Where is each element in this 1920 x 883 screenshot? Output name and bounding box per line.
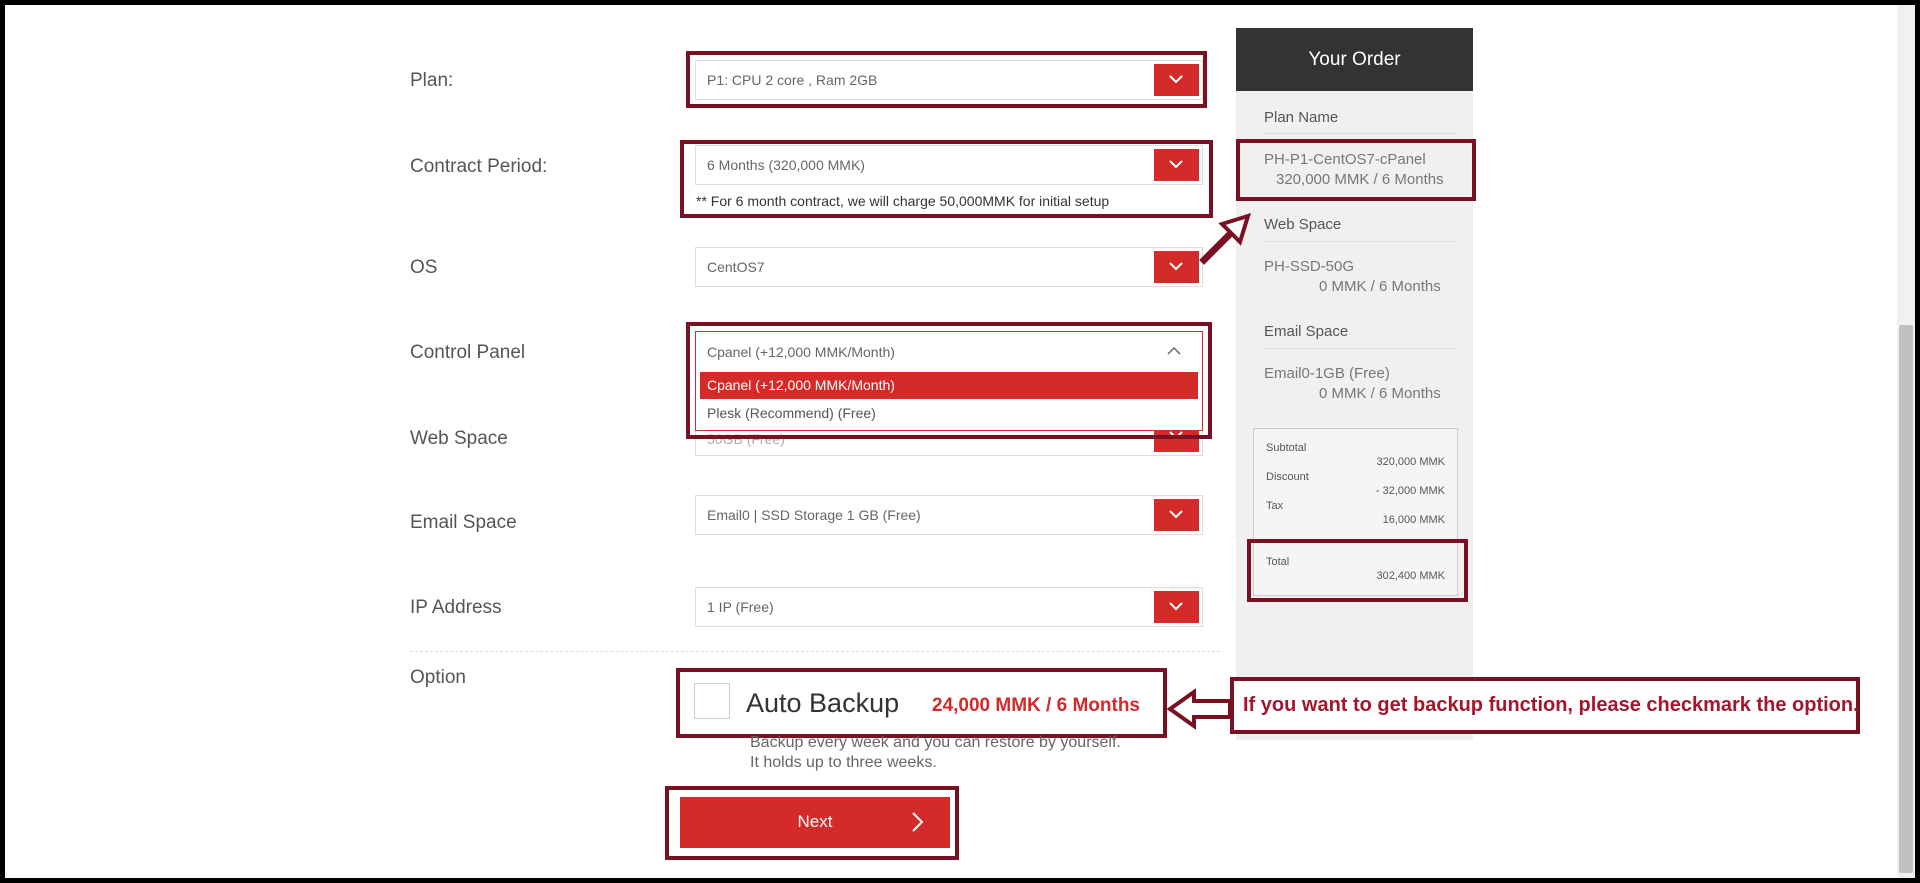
contract-note: ** For 6 month contract, we will charge … [696,193,1110,209]
order-plan-name: PH-P1-CentOS7-cPanel [1264,151,1426,168]
auto-backup-description-1: Backup every week and you can restore by… [750,734,1121,751]
tax-label: Tax [1266,500,1284,512]
order-totals-box: Subtotal 320,000 MMK Discount - 32,000 M… [1253,428,1458,596]
plan-select[interactable]: P1: CPU 2 core , Ram 2GB [695,60,1203,100]
arrow-left-icon [1166,688,1232,730]
chevron-down-icon [1169,262,1183,271]
chevron-down-icon [1169,160,1183,169]
control-panel-label: Control Panel [410,342,526,363]
contract-dropdown-button[interactable] [1154,149,1199,181]
order-plan-name-label: Plan Name [1264,109,1339,126]
chevron-down-icon [1169,602,1183,611]
control-panel-selected: Cpanel (+12,000 MMK/Month) [707,344,895,360]
subtotal-value: 320,000 MMK [1376,456,1445,468]
os-select[interactable]: CentOS7 [695,247,1203,287]
chevron-right-icon [912,812,924,832]
control-panel-option-cpanel[interactable]: Cpanel (+12,000 MMK/Month) [700,372,1198,399]
chevron-down-icon [1169,75,1183,84]
web-space-value: 50GB (Free) [707,431,785,447]
discount-label: Discount [1266,471,1309,483]
scrollbar-thumb[interactable] [1899,325,1913,873]
option-label: Option [410,667,466,688]
contract-period-value: 6 Months (320,000 MMK) [707,157,865,173]
chevron-up-icon[interactable] [1166,346,1182,356]
auto-backup-price: 24,000 MMK / 6 Months [932,695,1140,716]
os-dropdown-button[interactable] [1154,251,1199,283]
order-divider [1264,241,1457,242]
order-web-space-label: Web Space [1264,216,1342,233]
control-panel-dropdown[interactable]: Cpanel (+12,000 MMK/Month) Cpanel (+12,0… [695,331,1203,431]
order-email-space-price: 0 MMK / 6 Months [1319,385,1441,402]
email-space-value: Email0 | SSD Storage 1 GB (Free) [707,507,921,523]
email-space-select[interactable]: Email0 | SSD Storage 1 GB (Free) [695,495,1203,535]
ip-address-select[interactable]: 1 IP (Free) [695,587,1203,627]
os-label: OS [410,257,438,278]
contract-period-label: Contract Period: [410,156,548,177]
order-summary-sidebar: Your Order Plan Name PH-P1-CentOS7-cPane… [1236,28,1473,740]
backup-annotation-note: If you want to get backup function, plea… [1230,677,1860,734]
order-email-space-label: Email Space [1264,323,1349,340]
plan-select-value: P1: CPU 2 core , Ram 2GB [707,72,878,88]
ip-address-label: IP Address [410,597,502,618]
order-divider [1264,348,1457,349]
order-summary-title: Your Order [1236,28,1473,91]
plan-label: Plan: [410,70,454,91]
arrow-up-right-icon [1199,212,1252,265]
subtotal-label: Subtotal [1266,442,1307,454]
order-email-space-name: Email0-1GB (Free) [1264,365,1390,382]
discount-value: - 32,000 MMK [1375,485,1445,497]
ip-dropdown-button[interactable] [1154,591,1199,623]
tax-value: 16,000 MMK [1382,514,1445,526]
order-plan-price: 320,000 MMK / 6 Months [1276,171,1444,188]
section-divider [410,651,1220,652]
order-web-space-price: 0 MMK / 6 Months [1319,278,1441,295]
email-space-dropdown-button[interactable] [1154,499,1199,531]
auto-backup-label: Auto Backup [746,688,900,718]
ip-address-value: 1 IP (Free) [707,599,774,615]
order-web-space-name: PH-SSD-50G [1264,258,1355,275]
next-button[interactable]: Next [680,797,950,848]
auto-backup-description-2: It holds up to three weeks. [750,754,937,771]
contract-period-select[interactable]: 6 Months (320,000 MMK) [695,145,1203,185]
control-panel-option-plesk[interactable]: Plesk (Recommend) (Free) [707,405,876,421]
os-select-value: CentOS7 [707,259,765,275]
total-value: 302,400 MMK [1376,570,1445,582]
chevron-down-icon [1169,510,1183,519]
order-divider [1264,133,1457,134]
web-space-label: Web Space [410,428,508,449]
total-label: Total [1266,556,1290,568]
plan-dropdown-button[interactable] [1154,64,1199,96]
totals-divider [1254,539,1457,540]
email-space-label: Email Space [410,512,517,533]
auto-backup-checkbox[interactable] [694,683,730,719]
